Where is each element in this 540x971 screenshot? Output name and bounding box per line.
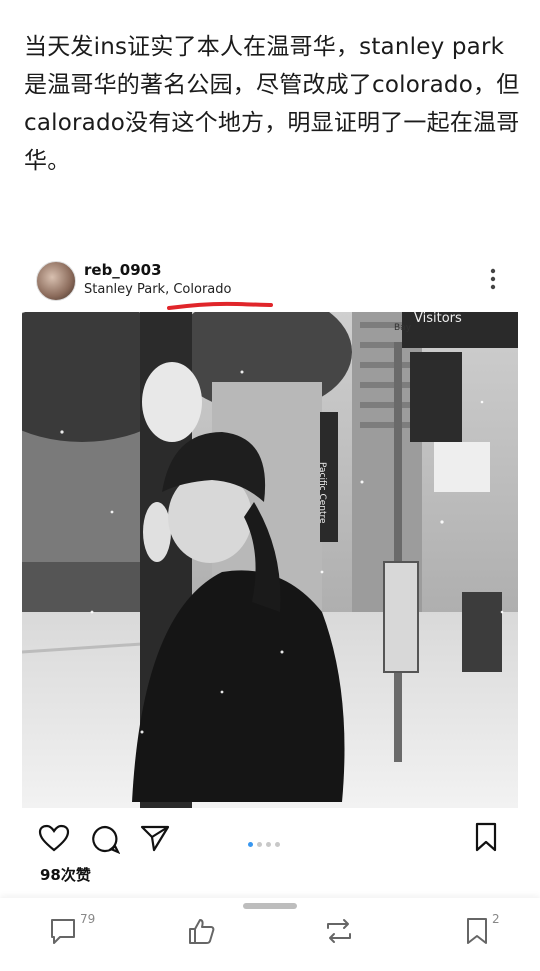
post-photo[interactable]: Visitors Bay Pacific Centre (22, 312, 518, 808)
like-button[interactable] (186, 916, 216, 956)
comment-button[interactable]: 79 (48, 912, 95, 956)
favorite-button[interactable]: 2 (464, 912, 500, 956)
location-label[interactable]: Stanley Park, Colorado (84, 282, 231, 297)
pacific-centre-sign: Pacific Centre (317, 462, 327, 524)
more-options-icon[interactable] (490, 268, 496, 290)
carousel-dot (266, 842, 271, 847)
visitors-sign: Visitors (414, 312, 462, 326)
red-underline-annotation (167, 301, 273, 310)
bottom-action-bar: 79 2 (0, 898, 540, 971)
comment-count: 79 (80, 912, 96, 926)
like-count[interactable]: 98次赞 (40, 864, 91, 885)
thumbs-up-icon (189, 919, 215, 944)
username[interactable]: reb_0903 (84, 261, 162, 279)
repost-icon (327, 919, 351, 943)
drag-handle[interactable] (243, 903, 297, 909)
post-body-text: 当天发ins证实了本人在温哥华，stanley park是温哥华的著名公园，尽管… (24, 34, 520, 174)
bookmark-outline-icon (467, 918, 487, 944)
carousel-indicator (248, 832, 284, 851)
carousel-dot (257, 842, 262, 847)
carousel-dot (275, 842, 280, 847)
snowy-street-photo: Visitors Bay Pacific Centre (22, 312, 518, 808)
carousel-dot-active (248, 842, 253, 847)
share-icon[interactable] (140, 824, 170, 852)
comment-bubble-icon (51, 919, 75, 944)
favorite-count: 2 (492, 912, 500, 926)
instagram-embed[interactable]: reb_0903 Stanley Park, Colorado Visitors… (22, 248, 518, 898)
bookmark-icon[interactable] (474, 822, 498, 852)
heart-icon[interactable] (38, 824, 70, 852)
repost-button[interactable] (322, 916, 356, 956)
avatar[interactable] (36, 261, 76, 301)
comment-icon[interactable] (90, 824, 120, 854)
bay-sign: Bay (394, 323, 412, 333)
